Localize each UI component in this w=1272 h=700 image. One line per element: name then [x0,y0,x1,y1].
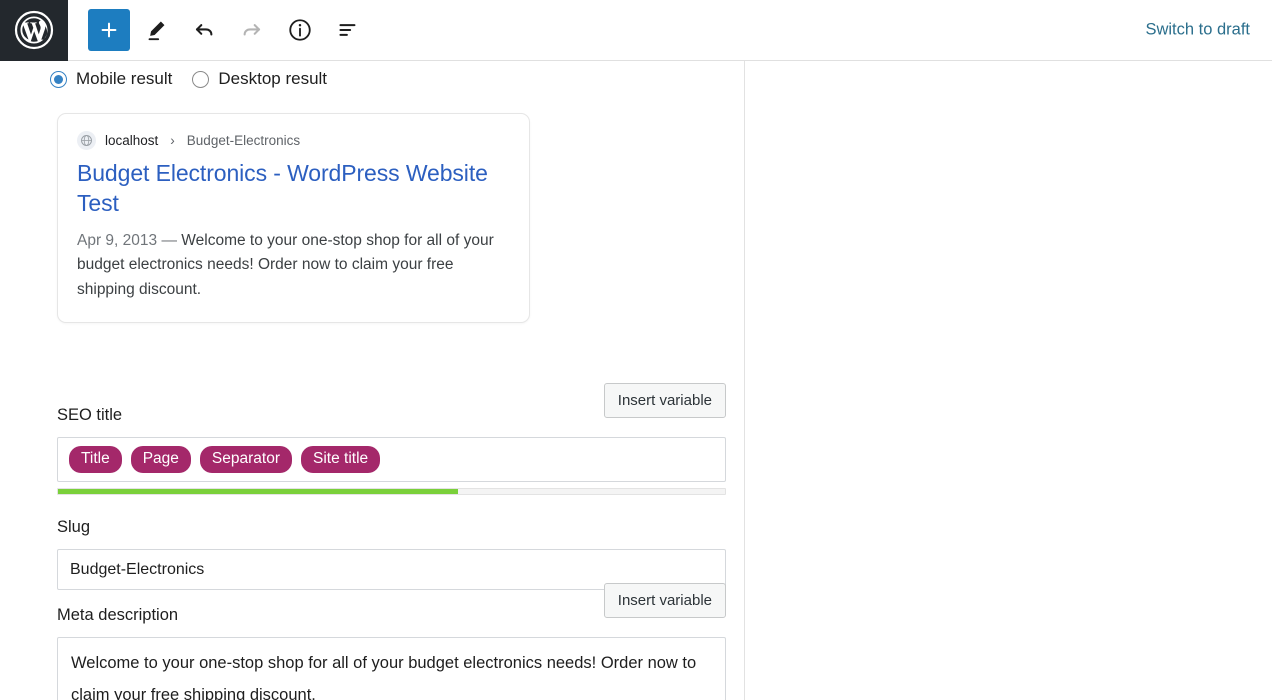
radio-mobile-indicator[interactable] [50,71,67,88]
seo-title-label: SEO title [57,401,122,425]
snippet-breadcrumb: localhost › Budget-Electronics [77,131,510,150]
add-block-button[interactable] [88,9,130,51]
slug-header: Slug [57,513,726,549]
meta-description-header: Meta description Insert variable [57,601,726,637]
variable-tag-title[interactable]: Title [69,446,122,473]
variable-tag-page[interactable]: Page [131,446,191,473]
wordpress-logo[interactable] [0,0,68,61]
variable-tag-separator[interactable]: Separator [200,446,292,473]
switch-to-draft-button[interactable]: Switch to draft [1135,15,1260,46]
seo-title-header: SEO title Insert variable [57,401,726,437]
radio-mobile-result[interactable]: Mobile result [50,69,172,89]
seo-title-insert-variable-button[interactable]: Insert variable [604,383,726,418]
snippet-site-name: localhost [105,133,158,148]
snippet-date-dash: — [157,232,181,249]
search-result-preview-card[interactable]: localhost › Budget-Electronics Budget El… [57,113,530,323]
seo-title-length-progress [57,488,726,495]
meta-description-label: Meta description [57,601,178,625]
globe-icon [77,131,96,150]
slug-field-block: Slug Budget-Electronics [57,513,726,590]
list-view-button[interactable] [326,8,370,52]
variable-tag-site-title[interactable]: Site title [301,446,380,473]
radio-desktop-indicator[interactable] [192,71,209,88]
undo-button[interactable] [182,8,226,52]
radio-mobile-label: Mobile result [76,69,172,89]
seo-title-field-block: SEO title Insert variable Title Page Sep… [57,401,726,495]
snippet-title-link[interactable]: Budget Electronics - WordPress Website T… [77,158,510,219]
editor-canvas-area [746,61,1272,700]
seo-title-length-progress-fill [58,489,458,494]
meta-description-field-block: Meta description Insert variable Welcome… [57,601,726,700]
snippet-path: Budget-Electronics [187,133,300,148]
editor-body: Mobile result Desktop result localhost › [0,61,1272,700]
breadcrumb-separator-icon: › [167,133,178,148]
editor-toolbar: Switch to draft [0,0,1272,61]
redo-button[interactable] [230,8,274,52]
meta-description-input[interactable]: Welcome to your one-stop shop for all of… [57,637,726,700]
toolbar-actions [68,8,370,52]
snippet-date: Apr 9, 2013 [77,232,157,249]
radio-desktop-label: Desktop result [218,69,327,89]
meta-description-insert-variable-button[interactable]: Insert variable [604,583,726,618]
edit-tool-button[interactable] [134,8,178,52]
slug-label: Slug [57,513,90,537]
details-button[interactable] [278,8,322,52]
radio-desktop-result[interactable]: Desktop result [192,69,327,89]
seo-title-input[interactable]: Title Page Separator Site title [57,437,726,482]
snippet-description: Apr 9, 2013 — Welcome to your one-stop s… [77,229,510,302]
seo-panel: Mobile result Desktop result localhost › [0,61,745,700]
preview-mode-radio-group: Mobile result Desktop result [50,69,327,89]
